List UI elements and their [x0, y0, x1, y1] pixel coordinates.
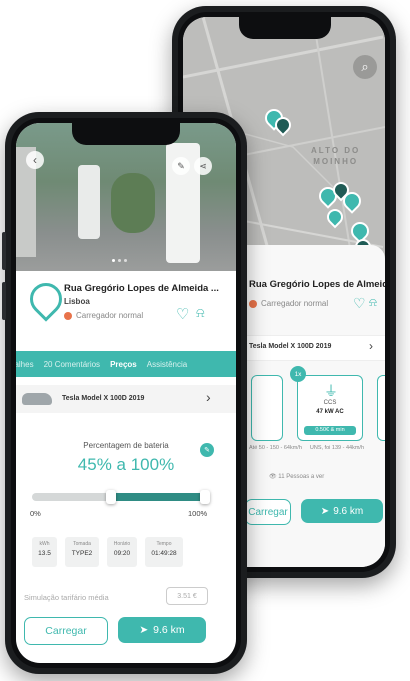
edit-icon: ✎	[204, 447, 210, 454]
tab-comments[interactable]: 20 Comentários	[44, 360, 100, 369]
navigate-button[interactable]: ➤ 9.6 km	[301, 499, 383, 523]
car-name: Tesla Model X 100D 2019	[62, 395, 145, 402]
notch	[239, 17, 331, 39]
tab-bar: Detalhes 20 Comentários Preços Assistênc…	[16, 351, 236, 377]
connector-code: CCS	[323, 400, 337, 406]
front-phone: ‹ ✎ ⋖ Rua Gregório Lopes de Almeida ... …	[2, 112, 247, 674]
chevron-left-icon: ‹	[33, 153, 37, 167]
battery-slider-range	[111, 493, 208, 501]
front-phone-screen: ‹ ✎ ⋖ Rua Gregório Lopes de Almeida ... …	[16, 123, 236, 663]
stat-card: kWh 13.5	[32, 537, 57, 567]
navigation-arrow-icon: ➤	[139, 624, 149, 636]
simulation-label: Simulação tarifário média	[24, 593, 109, 602]
slider-max-label: 100%	[188, 509, 208, 518]
back-button[interactable]: ‹	[26, 151, 44, 169]
station-photo: ‹ ✎ ⋖	[16, 123, 236, 271]
tree	[111, 173, 155, 233]
stats-row: kWh 13.5 Tomada TYPE2 Horário 09:20 Temp…	[32, 537, 216, 567]
volume-button	[2, 282, 6, 320]
charge-button[interactable]: Carregar	[245, 499, 291, 525]
station-type: Carregador normal	[249, 299, 328, 308]
sheet-title: Rua Gregório Lopes de Almeida ...	[249, 279, 385, 290]
edit-icon: ✎	[177, 160, 185, 171]
navigate-button[interactable]: ➤ 9.6 km	[118, 617, 206, 643]
alert-icon	[64, 311, 72, 320]
photo-carousel-dots[interactable]	[112, 259, 127, 262]
battery-range: 45% a 100%	[77, 455, 175, 474]
stat-card: Tempo 01:49:28	[145, 537, 183, 567]
connector-card-partial[interactable]	[377, 375, 385, 441]
tab-details[interactable]: Detalhes	[16, 360, 34, 369]
car-row[interactable]: Tesla Model X 100D 2019 ›	[16, 385, 236, 413]
stat-card: Tomada TYPE2	[65, 537, 99, 567]
connector-card[interactable]: 1x ⏚ CCS 47 kW AC 0.50€ & min	[290, 366, 363, 441]
battery-slider-handle-start[interactable]	[106, 490, 117, 504]
favorite-icon[interactable]: ♡	[176, 305, 189, 323]
map-label-neighbourhood: ALTO DO MOINHO	[311, 146, 361, 166]
share-button[interactable]: ⋖	[194, 157, 212, 175]
charger-left	[78, 165, 100, 239]
notch	[72, 123, 180, 145]
share-icon: ⋖	[199, 160, 207, 171]
tab-prices[interactable]: Preços	[110, 360, 137, 369]
viewers: 👁 11 Pessoas a ver	[269, 474, 325, 480]
connector-plug-icon: ⏚	[324, 383, 338, 399]
front-phone-bezel: ‹ ✎ ⋖ Rua Gregório Lopes de Almeida ... …	[11, 118, 241, 668]
connector-price: 0.50€ & min	[304, 426, 356, 435]
alert-icon	[249, 299, 257, 308]
battery-slider[interactable]	[32, 490, 210, 504]
station-city: Lisboa	[64, 297, 90, 306]
connector-power: 47 kW AC	[316, 409, 344, 415]
simulation-value: 3.51 €	[166, 587, 208, 605]
navigation-arrow-icon: ➤	[320, 505, 330, 517]
battery-slider-handle-end[interactable]	[200, 490, 210, 504]
station-type: Carregador normal	[64, 311, 143, 320]
stat-card: Horário 09:20	[107, 537, 137, 567]
favorite-icon[interactable]: ♡	[353, 295, 366, 312]
charge-button[interactable]: Carregar	[24, 617, 108, 645]
volume-button	[2, 232, 6, 270]
chevron-right-icon: ›	[206, 389, 211, 405]
notification-bell-icon[interactable]: ⍾	[369, 295, 377, 310]
edit-button[interactable]: ✎	[172, 157, 190, 175]
connector-card-partial[interactable]	[251, 375, 283, 441]
chevron-right-icon: ›	[369, 339, 373, 353]
tab-assistance[interactable]: Assistência	[147, 360, 187, 369]
station-title: Rua Gregório Lopes de Almeida ...	[64, 283, 219, 294]
slider-min-label: 0%	[30, 509, 41, 518]
map-search-button[interactable]: ⌕	[353, 55, 377, 79]
car-name: Tesla Model X 100D 2019	[249, 343, 332, 350]
station-marker-icon	[23, 276, 69, 322]
connector-meta: Até 50 - 150 - 64km/h UNS, foi 139 - 44k…	[249, 445, 364, 451]
car-icon	[22, 393, 52, 405]
connector-count-badge: 1x	[290, 366, 306, 382]
search-icon: ⌕	[361, 59, 369, 74]
notification-bell-icon[interactable]: ⍾	[196, 305, 205, 321]
